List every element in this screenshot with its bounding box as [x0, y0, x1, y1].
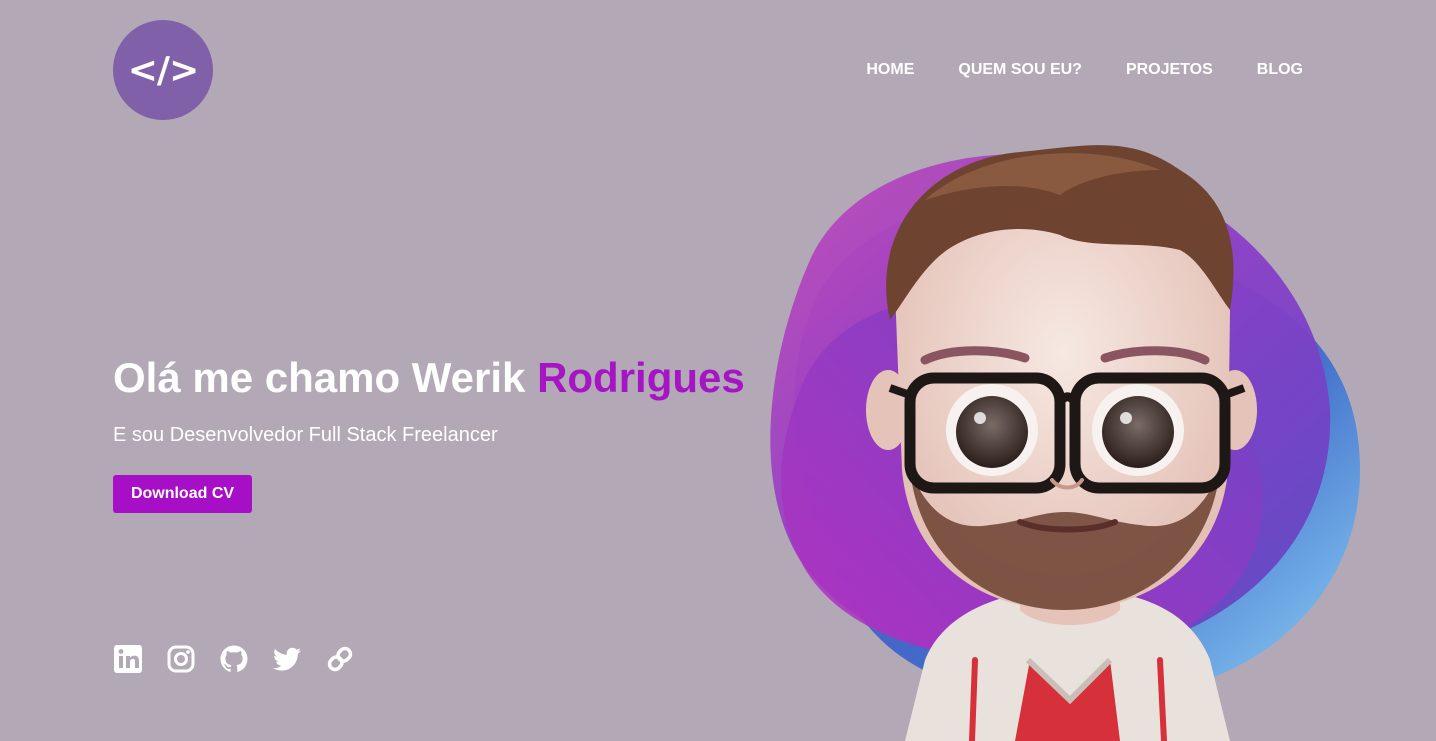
logo-code-icon: </> [127, 49, 199, 91]
twitter-icon[interactable] [272, 644, 302, 674]
main-nav: HOME QUEM SOU EU? PROJETOS BLOG [866, 61, 1303, 79]
hero-subtitle: E sou Desenvolvedor Full Stack Freelance… [113, 424, 498, 446]
nav-blog-link[interactable]: BLOG [1257, 61, 1303, 79]
avatar-illustration [760, 140, 1380, 741]
nav-about-link[interactable]: QUEM SOU EU? [958, 61, 1082, 79]
github-icon[interactable] [219, 644, 249, 674]
link-icon[interactable] [325, 644, 355, 674]
instagram-icon[interactable] [166, 644, 196, 674]
download-cv-button[interactable]: Download CV [113, 475, 252, 513]
social-links [113, 644, 355, 674]
linkedin-icon[interactable] [113, 644, 143, 674]
nav-home-link[interactable]: HOME [866, 61, 914, 79]
logo[interactable]: </> [113, 20, 213, 120]
nav-projects-link[interactable]: PROJETOS [1126, 61, 1213, 79]
hero-title-highlight: Rodrigues [537, 354, 745, 401]
cartoon-avatar-icon [770, 145, 1360, 741]
hero-title-prefix: Olá me chamo Werik [113, 354, 538, 401]
hero-title: Olá me chamo Werik Rodrigues [113, 354, 745, 402]
